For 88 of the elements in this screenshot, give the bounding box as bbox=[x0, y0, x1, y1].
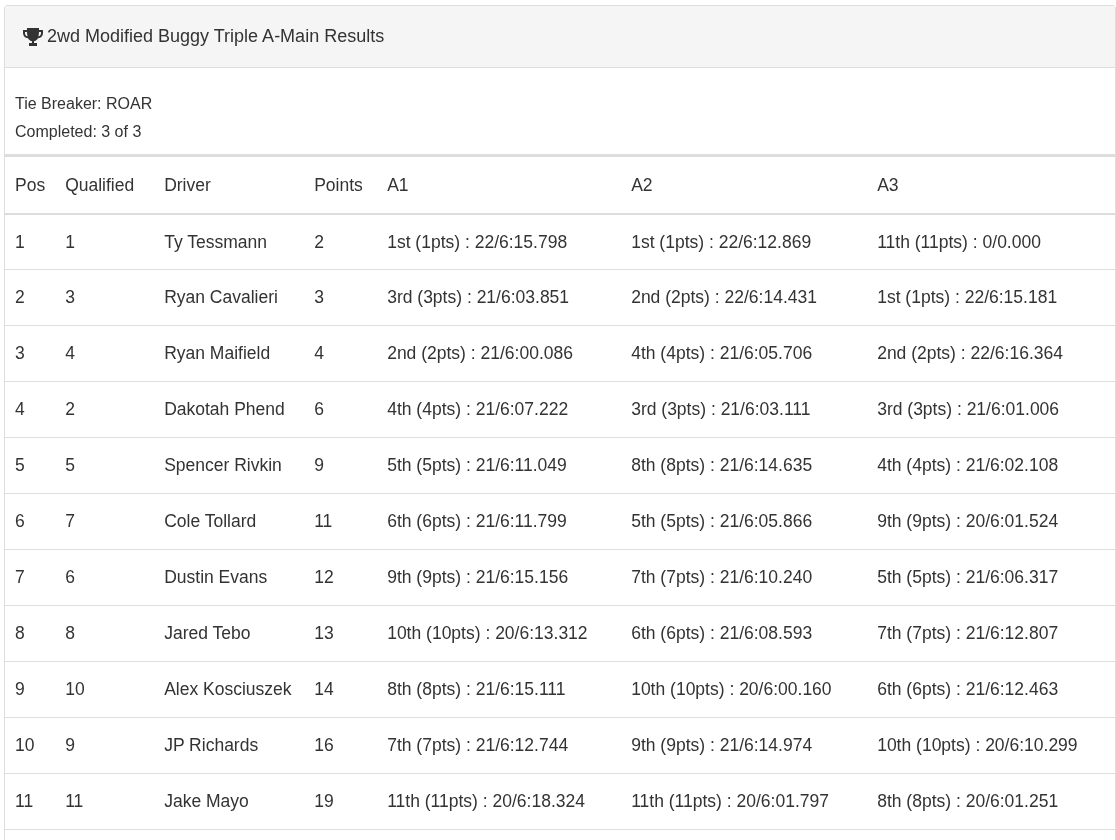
table-cell: 4 bbox=[15, 399, 25, 420]
table-cell: 10 bbox=[15, 735, 35, 756]
table-cell: 4th (4pts) : 21/6:07.222 bbox=[387, 399, 569, 420]
column-header: Qualified bbox=[65, 174, 135, 195]
table-cell: 1 bbox=[15, 231, 25, 252]
table-cell: 13 bbox=[314, 623, 334, 644]
table-cell: 6th (6pts) : 21/6:08.593 bbox=[631, 623, 813, 644]
table-cell: 9 bbox=[65, 735, 75, 756]
table-cell: 4th (4pts) : 21/6:02.108 bbox=[877, 455, 1059, 476]
table-cell: 5 bbox=[15, 455, 25, 476]
column-header: Pos bbox=[15, 174, 46, 195]
table-cell: 5 bbox=[65, 455, 75, 476]
table-cell: 6 bbox=[314, 399, 324, 420]
table-cell: 7th (7pts) : 21/6:12.807 bbox=[877, 623, 1059, 644]
table-cell: 4 bbox=[314, 343, 324, 364]
table-cell: JP Richards bbox=[164, 735, 259, 756]
table-cell: 6 bbox=[65, 567, 75, 588]
table-cell: 8 bbox=[15, 623, 25, 644]
table-cell: Alex Kosciuszek bbox=[164, 679, 292, 700]
table-cell: 1st (1pts) : 22/6:15.798 bbox=[387, 231, 568, 252]
table-cell: 11th (11pts) : 20/6:01.797 bbox=[631, 791, 829, 812]
table-cell: Ty Tessmann bbox=[164, 231, 267, 252]
table-cell: 2 bbox=[314, 231, 324, 252]
table-cell: 12 bbox=[314, 567, 334, 588]
trophy-icon bbox=[23, 27, 43, 46]
table-cell: 7th (7pts) : 21/6:12.744 bbox=[387, 735, 569, 756]
table-cell: 1st (1pts) : 22/6:12.869 bbox=[631, 231, 812, 252]
table-cell: 5th (5pts) : 21/6:05.866 bbox=[631, 511, 813, 532]
table-cell: 4 bbox=[65, 343, 75, 364]
table-cell: 8th (8pts) : 21/6:15.111 bbox=[387, 679, 566, 700]
table-cell: Jared Tebo bbox=[164, 623, 251, 644]
table-cell: 9th (9pts) : 21/6:15.156 bbox=[387, 567, 569, 588]
table-cell: Spencer Rivkin bbox=[164, 455, 282, 476]
table-cell: 1 bbox=[65, 231, 75, 252]
table-cell: 8th (8pts) : 21/6:14.635 bbox=[631, 455, 813, 476]
table-cell: 3 bbox=[314, 287, 324, 308]
info-text: Tie Breaker: ROAR bbox=[15, 94, 154, 114]
table-cell: 5th (5pts) : 21/6:06.317 bbox=[877, 567, 1059, 588]
table-cell: 19 bbox=[314, 791, 334, 812]
column-header: Points bbox=[314, 174, 363, 195]
table-cell: 11th (11pts) : 20/6:18.324 bbox=[387, 791, 585, 812]
table-cell: 9 bbox=[314, 455, 324, 476]
table-cell: 11 bbox=[65, 791, 84, 812]
table-cell: 9 bbox=[15, 679, 25, 700]
table-cell: Jake Mayo bbox=[164, 791, 249, 812]
table-cell: 7 bbox=[65, 511, 75, 532]
table-cell: 2 bbox=[65, 399, 75, 420]
table-cell: 9th (9pts) : 21/6:14.974 bbox=[631, 735, 813, 756]
table-cell: 10 bbox=[65, 679, 85, 700]
table-cell: 6 bbox=[15, 511, 25, 532]
table-cell: 5th (5pts) : 21/6:11.049 bbox=[387, 455, 567, 476]
table-cell: 3rd (3pts) : 21/6:03.851 bbox=[387, 287, 570, 308]
info-text: Completed: 3 of 3 bbox=[15, 122, 143, 142]
table-cell: 8th (8pts) : 20/6:01.251 bbox=[877, 791, 1059, 812]
table-cell: Dustin Evans bbox=[164, 567, 268, 588]
table-cell: 3rd (3pts) : 21/6:01.006 bbox=[877, 399, 1060, 420]
table-cell: 3 bbox=[15, 343, 25, 364]
table-cell: 1st (1pts) : 22/6:15.181 bbox=[877, 287, 1058, 308]
table-cell: 7 bbox=[15, 567, 25, 588]
column-header: Driver bbox=[164, 174, 211, 195]
table-cell: 16 bbox=[314, 735, 334, 756]
table-cell: Dakotah Phend bbox=[164, 399, 285, 420]
table-cell: 9th (9pts) : 20/6:01.524 bbox=[877, 511, 1059, 532]
table-cell: 8 bbox=[65, 623, 75, 644]
table-cell: Ryan Maifield bbox=[164, 343, 271, 364]
table-cell: 2nd (2pts) : 22/6:16.364 bbox=[877, 343, 1063, 364]
panel-title: 2wd Modified Buggy Triple A-Main Results bbox=[47, 25, 385, 48]
table-cell: 10th (10pts) : 20/6:13.312 bbox=[387, 623, 588, 644]
column-header: A3 bbox=[877, 174, 899, 195]
table-cell: 4th (4pts) : 21/6:05.706 bbox=[631, 343, 813, 364]
table-cell: 14 bbox=[314, 679, 334, 700]
table-cell: 11 bbox=[15, 791, 34, 812]
table-cell: 3rd (3pts) : 21/6:03.111 bbox=[631, 399, 811, 420]
table-cell: Cole Tollard bbox=[164, 511, 257, 532]
table-cell: 2nd (2pts) : 22/6:14.431 bbox=[631, 287, 817, 308]
table-cell: 3 bbox=[65, 287, 75, 308]
table-cell: Ryan Cavalieri bbox=[164, 287, 278, 308]
column-header: A1 bbox=[387, 174, 409, 195]
table-cell: 2nd (2pts) : 21/6:00.086 bbox=[387, 343, 573, 364]
table-cell: 7th (7pts) : 21/6:10.240 bbox=[631, 567, 813, 588]
table-cell: 11 bbox=[314, 511, 333, 532]
table-cell: 2 bbox=[15, 287, 25, 308]
table-cell: 10th (10pts) : 20/6:10.299 bbox=[877, 735, 1078, 756]
table-cell: 6th (6pts) : 21/6:12.463 bbox=[877, 679, 1059, 700]
table-cell: 10th (10pts) : 20/6:00.160 bbox=[631, 679, 832, 700]
column-header: A2 bbox=[631, 174, 653, 195]
table-cell: 11th (11pts) : 0/0.000 bbox=[877, 231, 1041, 252]
table-cell: 6th (6pts) : 21/6:11.799 bbox=[387, 511, 567, 532]
